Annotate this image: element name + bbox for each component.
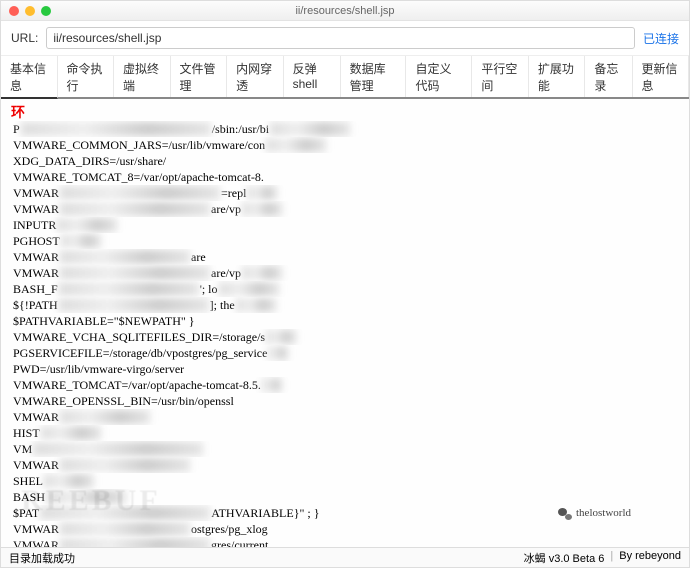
env-line: PWD=/usr/lib/vmware-virgo/server <box>13 361 677 377</box>
env-line: VMWARE_VCHA_SQLITEFILES_DIR=/storage/sx <box>13 329 677 345</box>
env-line: ${!PATHx]; thex <box>13 297 677 313</box>
minimize-icon[interactable] <box>25 6 35 16</box>
env-line: VMWARE_COMMON_JARS=/usr/lib/vmware/conx <box>13 137 677 153</box>
watermark-author-text: thelostworld <box>576 506 631 521</box>
env-line: VMWARxostgres/pg_xlog <box>13 521 677 537</box>
status-bar: 目录加载成功 冰蝎 v3.0 Beta 6 | By rebeyond <box>1 547 689 567</box>
tab-2[interactable]: 虚拟终端 <box>114 56 171 97</box>
url-label: URL: <box>11 31 38 45</box>
tab-9[interactable]: 扩展功能 <box>529 56 586 97</box>
env-line: VMWARx=replx <box>13 185 677 201</box>
window-title: ii/resources/shell.jsp <box>295 5 394 17</box>
maximize-icon[interactable] <box>41 6 51 16</box>
tab-5[interactable]: 反弹shell <box>284 56 341 97</box>
watermark: REEBUF <box>21 481 161 522</box>
tab-11[interactable]: 更新信息 <box>633 56 690 97</box>
app-window: ii/resources/shell.jsp URL: 已连接 基本信息命令执行… <box>0 0 690 568</box>
env-line: INPUTRx <box>13 217 677 233</box>
author-label: By rebeyond <box>619 550 681 566</box>
env-line: $PATHVARIABLE="$NEWPATH" } <box>13 313 677 329</box>
tab-1[interactable]: 命令执行 <box>58 56 115 97</box>
url-bar: URL: 已连接 <box>1 21 689 56</box>
env-line: Px/sbin:/usr/bix <box>13 121 677 137</box>
connection-status: 已连接 <box>643 30 679 47</box>
content-basic-info: 环 Px/sbin:/usr/bixVMWARE_COMMON_JARS=/us… <box>1 99 689 547</box>
watermark-author: thelostworld <box>558 506 631 521</box>
env-line: VMWARE_TOMCAT_8=/var/opt/apache-tomcat-8… <box>13 169 677 185</box>
tab-6[interactable]: 数据库管理 <box>341 56 407 97</box>
env-line: PGHOSTx <box>13 233 677 249</box>
status-message: 目录加载成功 <box>9 550 75 566</box>
tab-3[interactable]: 文件管理 <box>171 56 228 97</box>
traffic-lights <box>9 6 51 16</box>
tab-0[interactable]: 基本信息 <box>1 56 58 99</box>
env-line: VMWARE_OPENSSL_BIN=/usr/bin/openssl <box>13 393 677 409</box>
tab-4[interactable]: 内网穿透 <box>227 56 284 97</box>
separator: | <box>610 550 613 566</box>
env-line: PGSERVICEFILE=/storage/db/vpostgres/pg_s… <box>13 345 677 361</box>
close-icon[interactable] <box>9 6 19 16</box>
env-line: HISTx <box>13 425 677 441</box>
tab-7[interactable]: 自定义代码 <box>406 56 472 97</box>
env-line: VMWARx <box>13 457 677 473</box>
env-line: VMWARxare/vpx <box>13 201 677 217</box>
env-line: VMWARxare/vpx <box>13 265 677 281</box>
wechat-icon <box>558 508 572 520</box>
tab-8[interactable]: 平行空间 <box>472 56 529 97</box>
env-line: VMWARxgres/current <box>13 537 677 547</box>
env-line: VMWARE_TOMCAT=/var/opt/apache-tomcat-8.5… <box>13 377 677 393</box>
env-line: VMWARx <box>13 409 677 425</box>
titlebar: ii/resources/shell.jsp <box>1 1 689 21</box>
env-line: VMWARxare <box>13 249 677 265</box>
env-line: BASH_Fx'; lox <box>13 281 677 297</box>
status-right: 冰蝎 v3.0 Beta 6 | By rebeyond <box>524 550 681 566</box>
tab-10[interactable]: 备忘录 <box>585 56 632 97</box>
version-label: 冰蝎 v3.0 Beta 6 <box>524 550 605 566</box>
env-line: VMx <box>13 441 677 457</box>
url-input[interactable] <box>46 27 635 49</box>
tab-bar: 基本信息命令执行虚拟终端文件管理内网穿透反弹shell数据库管理自定义代码平行空… <box>1 56 689 99</box>
env-line: XDG_DATA_DIRS=/usr/share/ <box>13 153 677 169</box>
